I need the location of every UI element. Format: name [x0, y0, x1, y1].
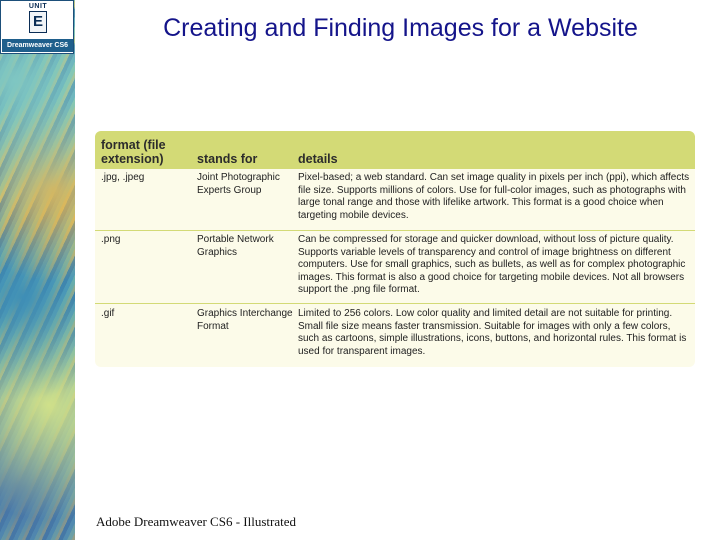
header-stands-for: stands for	[197, 152, 258, 166]
unit-badge: UNIT E Dreamweaver CS6	[0, 0, 74, 54]
decorative-side-strip	[0, 0, 75, 540]
slide-title: Creating and Finding Images for a Websit…	[163, 14, 638, 42]
cell-stands-for: Joint Photographic Experts Group	[197, 172, 280, 196]
cell-details: Can be compressed for storage and quicke…	[298, 234, 686, 296]
cell-format: .png	[101, 234, 121, 245]
cell-details: Limited to 256 colors. Low color quality…	[298, 308, 687, 357]
table-row: .png Portable Network Graphics Can be co…	[95, 231, 695, 303]
cell-details: Pixel-based; a web standard. Can set ima…	[298, 172, 690, 221]
unit-label: UNIT	[28, 3, 48, 10]
cell-stands-for: Graphics Interchange Format	[197, 308, 293, 332]
product-label: Dreamweaver CS6	[2, 39, 73, 52]
footer-text: Adobe Dreamweaver CS6 - Illustrated	[96, 514, 296, 529]
table-row: .jpg, .jpeg Joint Photographic Experts G…	[95, 169, 695, 229]
cell-format: .gif	[101, 308, 115, 319]
row-divider	[95, 303, 695, 304]
unit-letter: E	[29, 11, 47, 33]
image-format-table: format (file extension) stands for detai…	[95, 131, 695, 367]
cell-format: .jpg, .jpeg	[101, 172, 145, 183]
header-details: details	[298, 152, 338, 166]
table-header: format (file extension) stands for detai…	[95, 131, 695, 169]
table-row: .gif Graphics Interchange Format Limited…	[95, 305, 695, 367]
cell-stands-for: Portable Network Graphics	[197, 234, 274, 258]
header-format: format (file extension)	[101, 138, 166, 166]
